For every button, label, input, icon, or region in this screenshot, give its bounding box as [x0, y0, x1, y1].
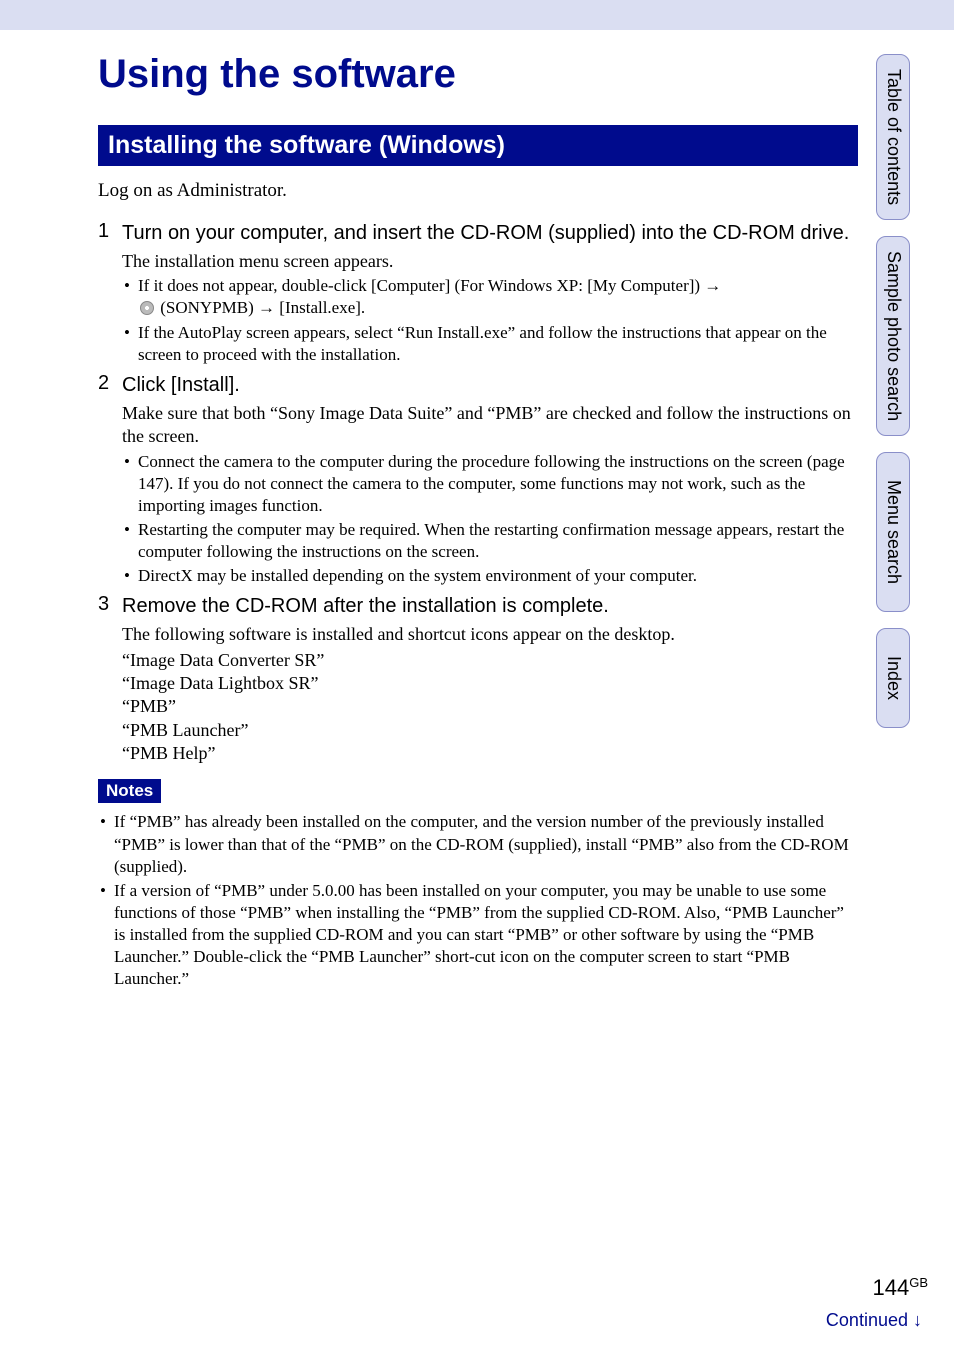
- software-item: “PMB”: [122, 695, 858, 718]
- bullet-item: If the AutoPlay screen appears, select “…: [122, 322, 858, 366]
- bullet-item: If it does not appear, double-click [Com…: [122, 275, 858, 319]
- down-arrow-icon: ↓: [913, 1310, 922, 1330]
- software-item: “Image Data Lightbox SR”: [122, 672, 858, 695]
- top-decorative-band: [0, 0, 954, 30]
- arrow-icon: →: [258, 298, 275, 317]
- software-item: “PMB Launcher”: [122, 719, 858, 742]
- software-item: “PMB Help”: [122, 742, 858, 765]
- step-2: 2 Click [Install]. Make sure that both “…: [98, 372, 858, 589]
- step-number: 3: [98, 593, 122, 765]
- step-description: The installation menu screen appears.: [122, 250, 858, 273]
- bullet-item: Connect the camera to the computer durin…: [122, 451, 858, 517]
- continued-label: Continued: [826, 1310, 913, 1330]
- page-title: Using the software: [98, 52, 858, 97]
- continued-indicator: Continued ↓: [826, 1310, 922, 1331]
- bullet-text: (SONYPMB): [156, 298, 258, 317]
- bullet-item: DirectX may be installed depending on th…: [122, 565, 858, 587]
- step-heading: Remove the CD-ROM after the installation…: [122, 593, 858, 619]
- step-bullets: If it does not appear, double-click [Com…: [122, 275, 858, 365]
- tab-table-of-contents[interactable]: Table of contents: [876, 54, 910, 220]
- bullet-text: If it does not appear, double-click [Com…: [138, 276, 704, 295]
- step-description: The following software is installed and …: [122, 623, 858, 646]
- tab-index[interactable]: Index: [876, 628, 910, 728]
- step-number: 1: [98, 220, 122, 368]
- note-item: If a version of “PMB” under 5.0.00 has b…: [98, 880, 858, 990]
- step-3: 3 Remove the CD-ROM after the installati…: [98, 593, 858, 765]
- section-heading: Installing the software (Windows): [98, 125, 858, 166]
- bullet-text: [Install.exe].: [275, 298, 365, 317]
- main-content: Using the software Installing the softwa…: [98, 40, 858, 992]
- notes-list: If “PMB” has already been installed on t…: [98, 811, 858, 990]
- step-heading: Turn on your computer, and insert the CD…: [122, 220, 858, 246]
- bullet-item: Restarting the computer may be required.…: [122, 519, 858, 563]
- software-item: “Image Data Converter SR”: [122, 649, 858, 672]
- step-heading: Click [Install].: [122, 372, 858, 398]
- page-number-suffix: GB: [909, 1275, 928, 1290]
- arrow-icon: →: [704, 276, 721, 295]
- tab-menu-search[interactable]: Menu search: [876, 452, 910, 612]
- disc-icon: [140, 301, 154, 315]
- step-1: 1 Turn on your computer, and insert the …: [98, 220, 858, 368]
- note-item: If “PMB” has already been installed on t…: [98, 811, 858, 877]
- software-list: “Image Data Converter SR” “Image Data Li…: [122, 649, 858, 766]
- step-number: 2: [98, 372, 122, 589]
- side-tabs: Table of contents Sample photo search Me…: [876, 54, 950, 744]
- tab-sample-photo-search[interactable]: Sample photo search: [876, 236, 910, 436]
- page-number-value: 144: [872, 1275, 909, 1300]
- intro-text: Log on as Administrator.: [98, 180, 858, 202]
- step-bullets: Connect the camera to the computer durin…: [122, 451, 858, 588]
- page-number: 144GB: [872, 1275, 928, 1301]
- notes-label: Notes: [98, 779, 161, 803]
- step-description: Make sure that both “Sony Image Data Sui…: [122, 402, 858, 449]
